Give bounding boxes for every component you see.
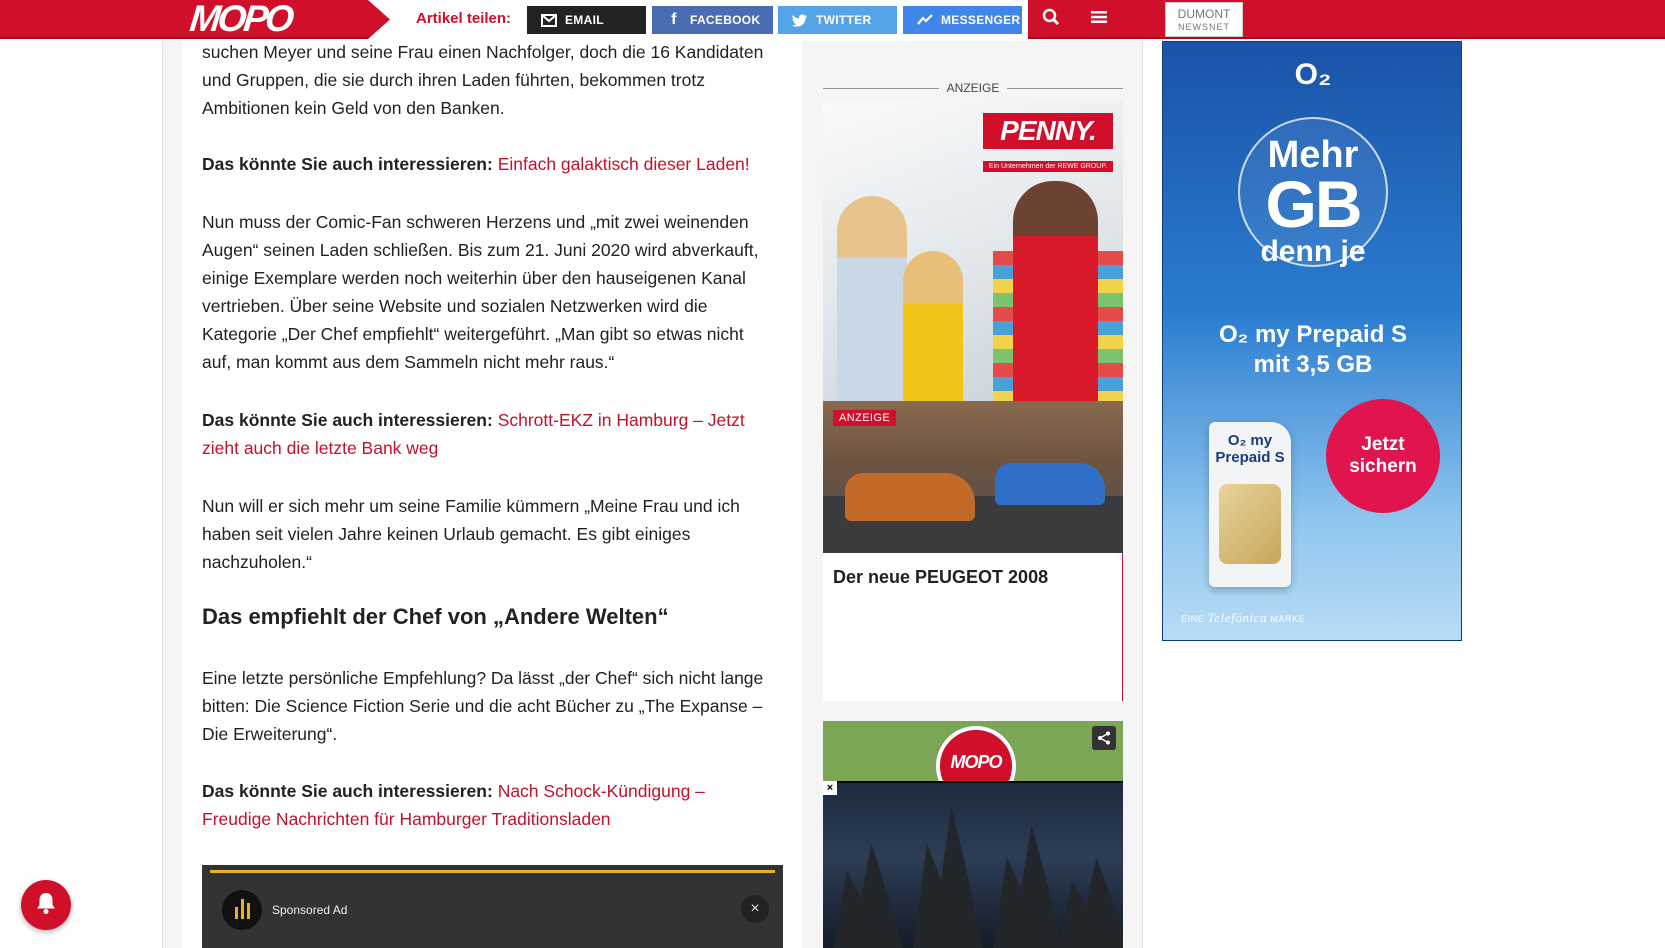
- anzeige-text: ANZEIGE: [946, 81, 1000, 95]
- player-progress-bar: [210, 870, 775, 873]
- sponsored-ad-player[interactable]: Sponsored Ad ×: [202, 865, 783, 948]
- related-prefix: Das könnte Sie auch interessieren:: [202, 781, 493, 801]
- telefonica-brand: Telefónica: [1207, 610, 1268, 625]
- related-article: Das könnte Sie auch interessieren: Einfa…: [202, 150, 772, 178]
- related-prefix: Das könnte Sie auch interessieren:: [202, 410, 493, 430]
- close-icon[interactable]: ×: [741, 895, 769, 923]
- twitter-bird-icon: [792, 12, 808, 28]
- share-twitter-label: TWITTER: [816, 13, 872, 27]
- footer-pre: EINE: [1181, 614, 1205, 624]
- dumont-newsnet-logo[interactable]: DUMONT NEWSNET: [1165, 2, 1243, 37]
- related-article: Das könnte Sie auch interessieren: Nach …: [202, 777, 772, 833]
- peugeot-ad-title: Der neue PEUGEOT 2008: [833, 567, 1049, 587]
- video-screen[interactable]: [823, 781, 1123, 948]
- mopo-logo[interactable]: MOPO: [188, 0, 293, 39]
- o2-headline-gb: GB: [1265, 167, 1363, 241]
- close-video-icon[interactable]: ×: [823, 781, 837, 795]
- o2-product-text: O₂ my Prepaid S mit 3,5 GB: [1163, 320, 1461, 380]
- related-article: Das könnte Sie auch interessieren: Schro…: [202, 406, 772, 462]
- section-heading: Das empfiehlt der Chef von „Andere Welte…: [202, 604, 669, 629]
- share-facebook-button[interactable]: f FACEBOOK: [652, 6, 773, 34]
- left-gutter-line: [162, 41, 163, 948]
- peugeot-ad-caption[interactable]: Der neue PEUGEOT 2008: [823, 553, 1123, 701]
- ad-label: ANZEIGE: [823, 81, 1123, 95]
- sponsored-ad-label: Sponsored Ad: [272, 903, 348, 917]
- person-graphic: [1013, 181, 1098, 401]
- audio-bars-icon: [222, 890, 262, 930]
- sim-chip-graphic: [1219, 484, 1281, 564]
- o2-ad-banner[interactable]: O₂ Mehr GB denn je O₂ my Prepaid S mit 3…: [1162, 41, 1462, 641]
- article-paragraph: Nun will er sich mehr um seine Familie k…: [202, 496, 740, 572]
- car-orange-graphic: [845, 473, 975, 521]
- share-twitter-button[interactable]: TWITTER: [778, 6, 897, 34]
- dumont-text: DUMONT: [1177, 7, 1231, 21]
- footer-post: MARKE: [1270, 614, 1306, 624]
- o2-product-name: O₂ my Prepaid S: [1218, 321, 1408, 348]
- video-header: MOPO: [823, 721, 1123, 806]
- column-separator: [1142, 41, 1143, 948]
- ad-tag: ANZEIGE: [833, 410, 897, 426]
- rock-graphic: [833, 843, 903, 948]
- penny-logo: PENNY.: [983, 113, 1113, 149]
- o2-logo: O₂: [1294, 58, 1332, 91]
- messenger-icon: [917, 12, 933, 28]
- share-messenger-label: MESSENGER: [941, 13, 1021, 27]
- rewe-group-text: Ein Unternehmen der REWE GROUP.: [983, 161, 1113, 172]
- telefonica-footer: EINE Telefónica MARKE: [1181, 610, 1305, 626]
- sim-card-graphic: O₂ my Prepaid S: [1209, 422, 1291, 587]
- envelope-icon: [541, 12, 557, 28]
- penny-ad-banner[interactable]: PENNY. Ein Unternehmen der REWE GROUP.: [823, 101, 1123, 401]
- rock-graphic: [913, 805, 983, 948]
- menu-button[interactable]: [1076, 0, 1122, 39]
- newsnet-text: NEWSNET: [1178, 22, 1230, 32]
- related-link[interactable]: Einfach galaktisch dieser Laden!: [498, 154, 750, 174]
- share-label: Artikel teilen:: [416, 10, 512, 27]
- share-email-label: EMAIL: [565, 13, 604, 27]
- top-navigation-bar: MOPO Artikel teilen: EMAIL f FACEBOOK TW…: [0, 0, 1665, 39]
- o2-headline-denn: denn je: [1260, 235, 1366, 268]
- sim-card-text: O₂ my Prepaid S: [1215, 432, 1285, 466]
- share-icon[interactable]: [1092, 726, 1116, 750]
- person-graphic: [903, 251, 963, 401]
- related-prefix: Das könnte Sie auch interessieren:: [202, 154, 493, 174]
- notification-bell-button[interactable]: [21, 880, 71, 930]
- rock-graphic: [1058, 857, 1123, 948]
- search-icon: [1042, 8, 1060, 31]
- share-facebook-label: FACEBOOK: [690, 13, 761, 27]
- article-paragraph: Eine letzte persönliche Empfehlung? Da l…: [202, 668, 764, 744]
- rock-graphic: [993, 824, 1063, 948]
- share-email-button[interactable]: EMAIL: [527, 6, 646, 34]
- bell-icon: [35, 891, 57, 920]
- share-messenger-button[interactable]: MESSENGER: [903, 6, 1022, 34]
- video-player[interactable]: MOPO ×: [823, 721, 1123, 948]
- article-paragraph: suchen Meyer und seine Frau einen Nachfo…: [202, 42, 764, 118]
- person-graphic: [837, 196, 907, 401]
- car-blue-graphic: [995, 463, 1105, 505]
- hamburger-menu-icon: [1091, 10, 1107, 29]
- o2-cta-button[interactable]: Jetzt sichern: [1326, 399, 1440, 513]
- facebook-icon: f: [671, 11, 677, 28]
- search-button[interactable]: [1028, 0, 1074, 39]
- article-paragraph: Nun muss der Comic-Fan schweren Herzens …: [202, 212, 759, 372]
- o2-product-volume: mit 3,5 GB: [1253, 351, 1373, 378]
